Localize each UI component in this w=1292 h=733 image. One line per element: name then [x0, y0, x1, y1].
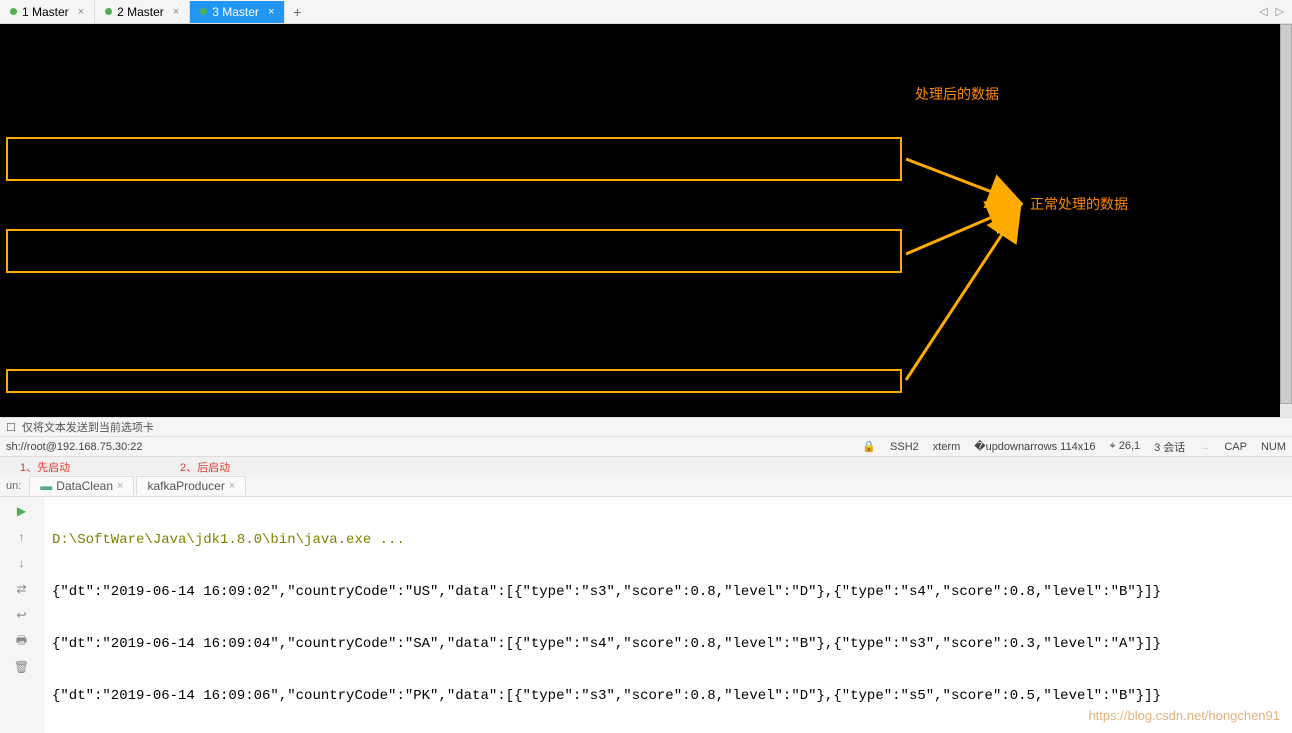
ide-tab-label: DataClean: [56, 479, 113, 493]
lock-icon: 🔒: [862, 440, 876, 453]
tab-1-master[interactable]: 1 Master ×: [0, 1, 95, 23]
ssh-address: sh://root@192.168.75.30:22: [6, 441, 143, 453]
rerun-icon[interactable]: ▶: [14, 503, 30, 519]
ide-tab-kafkaproducer[interactable]: kafkaProducer ×: [136, 476, 246, 495]
terminal-tab-bar: 1 Master × 2 Master × 3 Master × + ◁ ▷: [0, 0, 1292, 24]
down-icon[interactable]: ↓: [14, 555, 30, 571]
status-divider: →: [1199, 441, 1210, 453]
close-icon[interactable]: ×: [78, 6, 84, 18]
terminal-scrollbar-track[interactable]: [1280, 24, 1292, 417]
ide-output-panel: ▶ ↑ ↓ ⇄ ↩ 🖶 🗑 D:\SoftWare\Java\jdk1.8.0\…: [0, 497, 1292, 733]
status-xterm: xterm: [933, 441, 961, 453]
close-icon[interactable]: ×: [268, 6, 274, 18]
input-hint: 仅将文本发送到当前选项卡: [22, 419, 154, 435]
stop-icon[interactable]: 🗑: [14, 659, 30, 675]
annotation-start-second: 2、后启动: [180, 459, 230, 475]
status-dot-icon: [10, 8, 17, 15]
status-dot-icon: [200, 8, 207, 15]
print-icon[interactable]: 🖶: [14, 633, 30, 649]
status-pos: ⌖ 26,1: [1109, 440, 1140, 453]
tab-left-icon[interactable]: ◁: [1259, 5, 1267, 18]
run-icon: ▬: [40, 479, 52, 493]
ide-console-output[interactable]: D:\SoftWare\Java\jdk1.8.0\bin\java.exe .…: [44, 497, 1292, 733]
annotation-normal: 正常处理的数据: [1030, 194, 1128, 214]
close-icon[interactable]: ×: [229, 480, 235, 492]
status-dot-icon: [105, 8, 112, 15]
tab-label: 2 Master: [117, 5, 164, 19]
ide-run-tabs: un: ▬ DataClean × kafkaProducer ×: [0, 475, 1292, 497]
ide-output-line: {"dt":"2019-06-14 16:09:04","countryCode…: [52, 631, 1284, 657]
status-dim: �updownarrows 114x16: [974, 440, 1095, 453]
tab-3-master[interactable]: 3 Master ×: [190, 1, 285, 23]
up-icon[interactable]: ↑: [14, 529, 30, 545]
ide-tab-label: kafkaProducer: [147, 479, 224, 493]
tab-label: 3 Master: [212, 5, 259, 19]
status-session: 3 会话: [1154, 439, 1185, 455]
status-cap: CAP: [1224, 441, 1247, 453]
tab-right-icon[interactable]: ▷: [1276, 5, 1284, 18]
tab-label: 1 Master: [22, 5, 69, 19]
status-bar: sh://root@192.168.75.30:22 1、先启动 2、后启动 🔒…: [0, 437, 1292, 457]
highlight-box-2: [6, 229, 902, 273]
tab-2-master[interactable]: 2 Master ×: [95, 1, 190, 23]
terminal-pane[interactable]: 处理后的数据 正常处理的数据 (py27) [root@master bin]#…: [0, 24, 1292, 417]
highlight-box-3: [6, 369, 902, 393]
add-tab-button[interactable]: +: [285, 4, 309, 20]
watermark-text: https://blog.csdn.net/hongchen91: [1088, 703, 1280, 729]
terminal-input-bar[interactable]: ☐ 仅将文本发送到当前选项卡: [0, 417, 1292, 437]
filter-icon[interactable]: ⇄: [14, 581, 30, 597]
ide-command-line: D:\SoftWare\Java\jdk1.8.0\bin\java.exe .…: [52, 527, 1284, 553]
run-label: un:: [6, 480, 21, 492]
annotation-arrows: [900, 124, 1040, 384]
terminal-scrollbar-thumb[interactable]: [1280, 24, 1292, 404]
highlight-box-1: [6, 137, 902, 181]
status-num: NUM: [1261, 441, 1286, 453]
tab-nav-icons: ◁ ▷: [1259, 5, 1284, 18]
close-icon[interactable]: ×: [117, 480, 123, 492]
ide-output-line: {"dt":"2019-06-14 16:09:02","countryCode…: [52, 579, 1284, 605]
ide-gutter: ▶ ↑ ↓ ⇄ ↩ 🖶 🗑: [0, 497, 44, 733]
ide-tab-dataclean[interactable]: ▬ DataClean ×: [29, 476, 134, 495]
annotation-start-first: 1、先启动: [20, 459, 70, 475]
toggle-icon[interactable]: ☐: [6, 421, 16, 434]
annotation-processed: 处理后的数据: [915, 84, 999, 104]
status-ssh2: SSH2: [890, 441, 919, 453]
wrap-icon[interactable]: ↩: [14, 607, 30, 623]
close-icon[interactable]: ×: [173, 6, 179, 18]
